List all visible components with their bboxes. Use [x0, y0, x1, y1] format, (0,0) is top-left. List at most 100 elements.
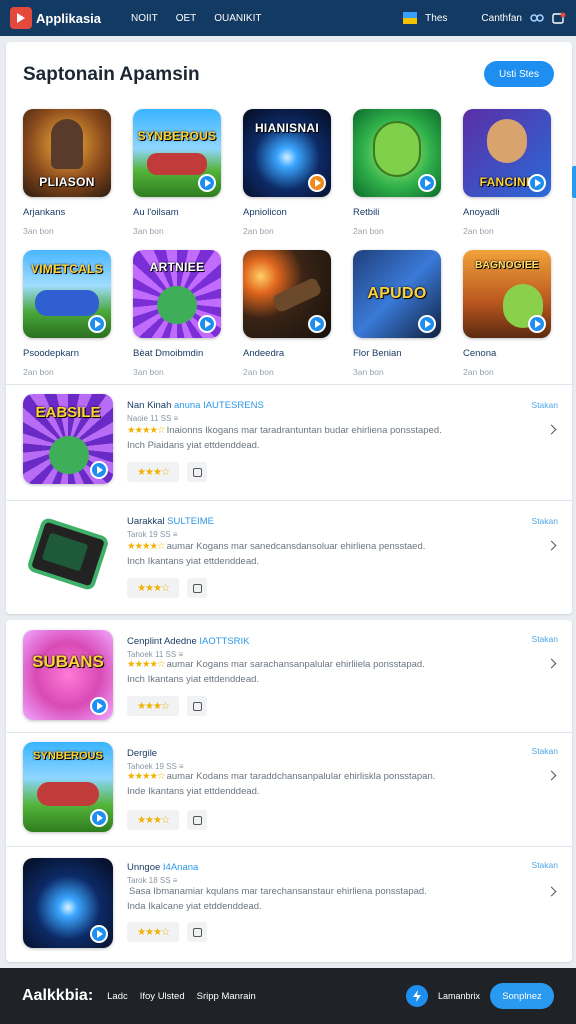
- tile-name[interactable]: Bèat Dmoibmdin: [133, 348, 221, 359]
- footer-link-1[interactable]: Ladc: [107, 991, 128, 1002]
- play-icon[interactable]: [90, 461, 108, 479]
- page-title: Saptonain Apamsin: [23, 64, 200, 85]
- play-icon[interactable]: [418, 315, 436, 333]
- list-item-title[interactable]: Nan Kinah anuna IAUTESRENS: [127, 400, 264, 411]
- tile-name[interactable]: Au l'oilsam: [133, 207, 221, 218]
- grid-tile[interactable]: PLIASON Arjankans 3an bon: [23, 109, 111, 236]
- rating-chip[interactable]: ★★★☆: [127, 462, 179, 482]
- list-item-link[interactable]: Stakan: [532, 634, 558, 644]
- energy-orb-art-icon[interactable]: HIANISNAI: [243, 109, 331, 197]
- link-icon[interactable]: [530, 12, 544, 24]
- checkbox-icon[interactable]: [187, 696, 207, 716]
- team-battle-art-icon[interactable]: SYNBEROUS: [23, 742, 113, 832]
- footer-link-2[interactable]: Ifoy Ulsted: [140, 991, 185, 1002]
- grid-tile[interactable]: ARTNIEE Bèat Dmoibmdin 3an bon: [133, 250, 221, 377]
- list-item-link[interactable]: Stakan: [532, 860, 558, 870]
- checkbox-icon[interactable]: [187, 578, 207, 598]
- checkbox-icon[interactable]: [187, 810, 207, 830]
- footer-action-button[interactable]: Sonplnez: [490, 983, 554, 1009]
- scroll-indicator[interactable]: [572, 166, 576, 198]
- hero-portraits-art-icon[interactable]: FANCINE: [463, 109, 551, 197]
- play-icon[interactable]: [528, 315, 546, 333]
- list-item-title-text[interactable]: Unngoe: [127, 862, 160, 873]
- grid-tile[interactable]: HIANISNAI Apniolicon 2an bon: [243, 109, 331, 236]
- footer-right-label[interactable]: Lamanbrix: [438, 991, 480, 1001]
- grid-tile[interactable]: FANCINE Anoyadli 2an bon: [463, 109, 551, 236]
- tile-name[interactable]: Retbili: [353, 207, 441, 218]
- row-art-label: SUBANS: [32, 652, 104, 671]
- grid-tile[interactable]: Retbili 2an bon: [353, 109, 441, 236]
- list-item-title[interactable]: Cenplint Adedne IAOTTSRIK: [127, 636, 250, 647]
- see-all-button[interactable]: Usti Stes: [484, 61, 554, 87]
- play-icon[interactable]: [418, 174, 436, 192]
- list-item-title-text[interactable]: Dergile: [127, 748, 157, 759]
- tile-name[interactable]: Apniolicon: [243, 207, 331, 218]
- rating-chip[interactable]: ★★★☆: [127, 696, 179, 716]
- grid-tile[interactable]: VIMETCALS Psoodepkarn 2an bon: [23, 250, 111, 377]
- energy-orb-art-icon[interactable]: [23, 858, 113, 948]
- list-item-link[interactable]: Stakan: [532, 516, 558, 526]
- play-icon[interactable]: [90, 697, 108, 715]
- list-item-title[interactable]: Unngoe I4Anana: [127, 862, 198, 873]
- notification-icon[interactable]: [552, 12, 566, 24]
- checkbox-icon[interactable]: [187, 922, 207, 942]
- list-item-title[interactable]: Uarakkal SULTEIME: [127, 516, 214, 527]
- list-item-link[interactable]: Stakan: [532, 746, 558, 756]
- club-creature-art-icon[interactable]: EABSILE: [23, 394, 113, 484]
- grid-tile[interactable]: SYNBEROUS Au l'oilsam 3an bon: [133, 109, 221, 236]
- top-right-label-2[interactable]: Canthfan: [481, 13, 522, 24]
- nav-item-3[interactable]: OUANIKIT: [214, 13, 261, 24]
- play-icon[interactable]: [528, 174, 546, 192]
- play-icon[interactable]: [198, 315, 216, 333]
- top-right-label-1[interactable]: Thes: [425, 13, 447, 24]
- nav-item-1[interactable]: NOIIT: [131, 13, 158, 24]
- play-icon[interactable]: [90, 809, 108, 827]
- list-item-title[interactable]: Dergile: [127, 748, 157, 759]
- tile-name[interactable]: Flor Benian: [353, 348, 441, 359]
- cannon-fire-art-icon[interactable]: [243, 250, 331, 338]
- footer-brand[interactable]: Aalkkbia:: [22, 987, 93, 1005]
- handheld-device-art-icon[interactable]: [23, 514, 113, 604]
- tile-name[interactable]: Arjankans: [23, 207, 111, 218]
- grid-tile[interactable]: BAGNOGIEE Cenona 2an bon: [463, 250, 551, 377]
- ogre-warrior-art-icon[interactable]: BAGNOGIEE: [463, 250, 551, 338]
- list-item-title-text[interactable]: Uarakkal: [127, 516, 165, 527]
- team-battle-art-icon[interactable]: SYNBEROUS: [133, 109, 221, 197]
- grid-tile[interactable]: Andeedra 2an bon: [243, 250, 331, 377]
- tile-name[interactable]: Anoyadli: [463, 207, 551, 218]
- list-item-desc-2: Inch Ikantans yiat ettdenddead.: [127, 556, 260, 567]
- play-icon[interactable]: [88, 315, 106, 333]
- tile-art-label: SYNBEROUS: [137, 129, 217, 143]
- footer-link-3[interactable]: Sripp Manrain: [197, 991, 256, 1002]
- play-icon[interactable]: [90, 925, 108, 943]
- list-item-link[interactable]: Stakan: [532, 400, 558, 410]
- rating-chip[interactable]: ★★★☆: [127, 810, 179, 830]
- bottom-bar: Aalkkbia: Ladc Ifoy Ulsted Sripp Manrain…: [0, 968, 576, 1024]
- list-item-desc-2: Inch Piaidans yiat ettdenddead.: [127, 440, 260, 451]
- rating-chip[interactable]: ★★★☆: [127, 578, 179, 598]
- crowd-battle-art-icon[interactable]: VIMETCALS: [23, 250, 111, 338]
- play-icon[interactable]: [308, 315, 326, 333]
- tile-name[interactable]: Psoodepkarn: [23, 348, 111, 359]
- play-icon[interactable]: [198, 174, 216, 192]
- flag-icon[interactable]: [403, 12, 418, 24]
- tile-name[interactable]: Andeedra: [243, 348, 331, 359]
- purple-creature-art-icon[interactable]: ARTNIEE: [133, 250, 221, 338]
- footer-links: Ladc Ifoy Ulsted Sripp Manrain: [107, 991, 256, 1002]
- list-item-title-text[interactable]: Cenplint Adedne: [127, 636, 197, 647]
- tile-art-label: PLIASON: [39, 175, 95, 189]
- mech-blaster-art-icon[interactable]: APUDO: [353, 250, 441, 338]
- comic-title-art-icon[interactable]: SUBANS: [23, 630, 113, 720]
- checkbox-icon[interactable]: [187, 462, 207, 482]
- tile-name[interactable]: Cenona: [463, 348, 551, 359]
- list-item-title-text[interactable]: Nan Kinah: [127, 400, 171, 411]
- green-ogre-art-icon[interactable]: [353, 109, 441, 197]
- bolt-icon[interactable]: [405, 985, 428, 1007]
- rating-chip[interactable]: ★★★☆: [127, 922, 179, 942]
- nav-item-2[interactable]: OET: [176, 13, 197, 24]
- robot-hero-art-icon[interactable]: PLIASON: [23, 109, 111, 197]
- close-icon[interactable]: [308, 174, 326, 192]
- app-logo-icon[interactable]: [10, 7, 32, 29]
- grid-tile[interactable]: APUDO Flor Benian 3an bon: [353, 250, 441, 377]
- brand-name[interactable]: Applikasia: [36, 11, 101, 26]
